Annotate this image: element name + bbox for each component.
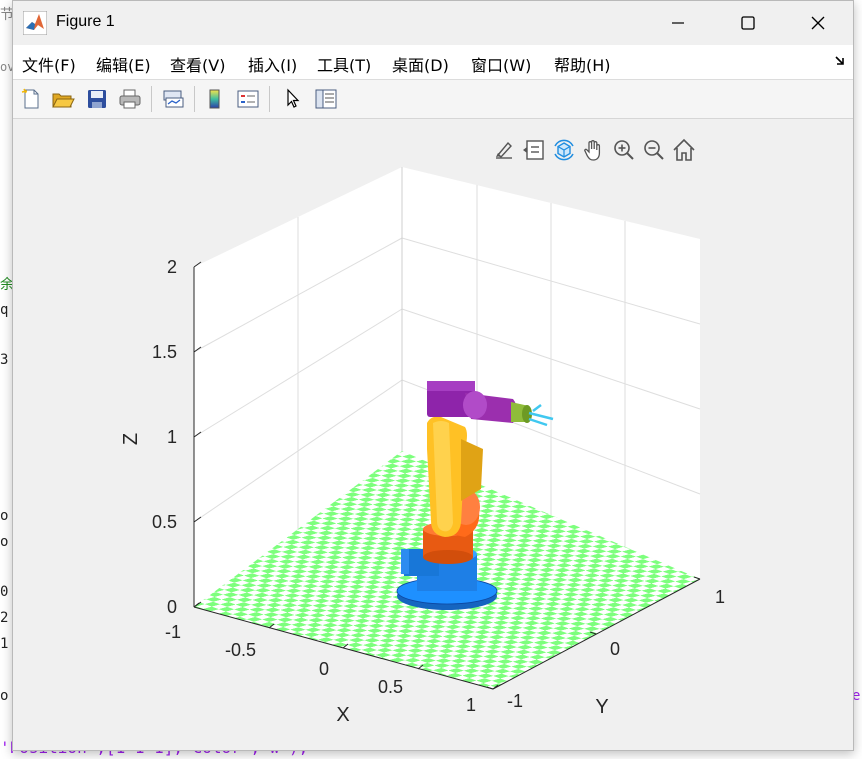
link-plot-button[interactable] — [159, 85, 187, 113]
z-tick-label: 0 — [167, 597, 177, 617]
insert-legend-button[interactable] — [234, 85, 262, 113]
editor-line: o — [0, 508, 9, 524]
x-tick-label: -0.5 — [225, 640, 256, 660]
legend-icon — [237, 90, 259, 108]
figure-toolbar — [13, 80, 853, 119]
property-inspector-button[interactable] — [312, 85, 340, 113]
menu-edit[interactable]: 编辑(E) — [96, 52, 151, 76]
x-axis-label: X — [336, 704, 349, 726]
menu-bar: 文件(F) 编辑(E) 查看(V) 插入(I) 工具(T) 桌面(D) 窗口(W… — [13, 45, 853, 80]
menu-window[interactable]: 窗口(W) — [471, 52, 531, 76]
dock-arrow-icon[interactable] — [833, 54, 847, 68]
edit-plot-arrow-icon — [287, 88, 300, 108]
menu-view[interactable]: 查看(V) — [170, 52, 225, 76]
z-tick-label: 2 — [167, 257, 177, 277]
insert-colorbar-button[interactable] — [201, 85, 229, 113]
figure-canvas: 0 0.5 1 1.5 2 -1 -0.5 0 0.5 1 -1 0 1 X Y… — [13, 119, 853, 750]
title-bar: Figure 1 — [13, 1, 853, 45]
maximize-icon — [741, 16, 755, 30]
new-figure-icon — [21, 88, 39, 109]
editor-line: o — [0, 688, 9, 704]
z-axis-label: Z — [120, 433, 142, 445]
close-button[interactable] — [783, 1, 853, 45]
menu-desktop[interactable]: 桌面(D) — [392, 52, 449, 76]
editor-line: 1 — [0, 636, 9, 652]
x-tick-label: 0 — [319, 659, 329, 679]
minimize-button[interactable] — [643, 1, 713, 45]
y-tick-label: -1 — [507, 691, 523, 711]
figure-window: Figure 1 文件(F) 编辑(E) 查看(V) 插入(I) 工具(T) 桌… — [12, 0, 854, 751]
z-tick-label: 1 — [167, 427, 177, 447]
open-file-icon — [52, 93, 75, 108]
menu-insert[interactable]: 插入(I) — [248, 52, 297, 76]
minimize-icon — [672, 22, 684, 24]
x-tick-label: 0.5 — [378, 677, 403, 697]
toolbar-separator — [194, 86, 195, 112]
editor-line: 0 — [0, 584, 9, 600]
matlab-logo-icon — [23, 11, 47, 35]
toolbar-separator — [151, 86, 152, 112]
menu-file[interactable]: 文件(F) — [22, 52, 76, 76]
menu-tools[interactable]: 工具(T) — [317, 52, 371, 76]
open-file-button[interactable] — [49, 85, 77, 113]
y-tick-label: 0 — [610, 639, 620, 659]
z-tick-label: 1.5 — [152, 342, 177, 362]
plot-area[interactable]: 0 0.5 1 1.5 2 -1 -0.5 0 0.5 1 -1 0 1 X Y… — [13, 119, 853, 750]
editor-line: 2 — [0, 610, 9, 626]
save-button[interactable] — [83, 85, 111, 113]
y-tick-label: 1 — [715, 587, 725, 607]
x-tick-label: -1 — [165, 622, 181, 642]
editor-line: q — [0, 302, 9, 318]
z-tick-label: 0.5 — [152, 512, 177, 532]
x-tick-label: 1 — [466, 695, 476, 715]
new-figure-button[interactable] — [17, 85, 45, 113]
property-inspector-icon — [315, 89, 337, 109]
colorbar-icon — [209, 89, 220, 109]
menu-help[interactable]: 帮助(H) — [554, 52, 611, 76]
close-icon — [811, 16, 825, 30]
y-axis-label: Y — [595, 696, 608, 718]
link-plot-icon — [163, 90, 184, 108]
window-title: Figure 1 — [56, 13, 115, 30]
editor-line: o — [0, 534, 9, 550]
print-icon — [119, 89, 141, 109]
toolbar-separator — [269, 86, 270, 112]
edit-plot-button[interactable] — [279, 85, 307, 113]
print-button[interactable] — [116, 85, 144, 113]
maximize-button[interactable] — [713, 1, 783, 45]
save-icon — [88, 90, 106, 108]
editor-line: 3 — [0, 352, 9, 368]
